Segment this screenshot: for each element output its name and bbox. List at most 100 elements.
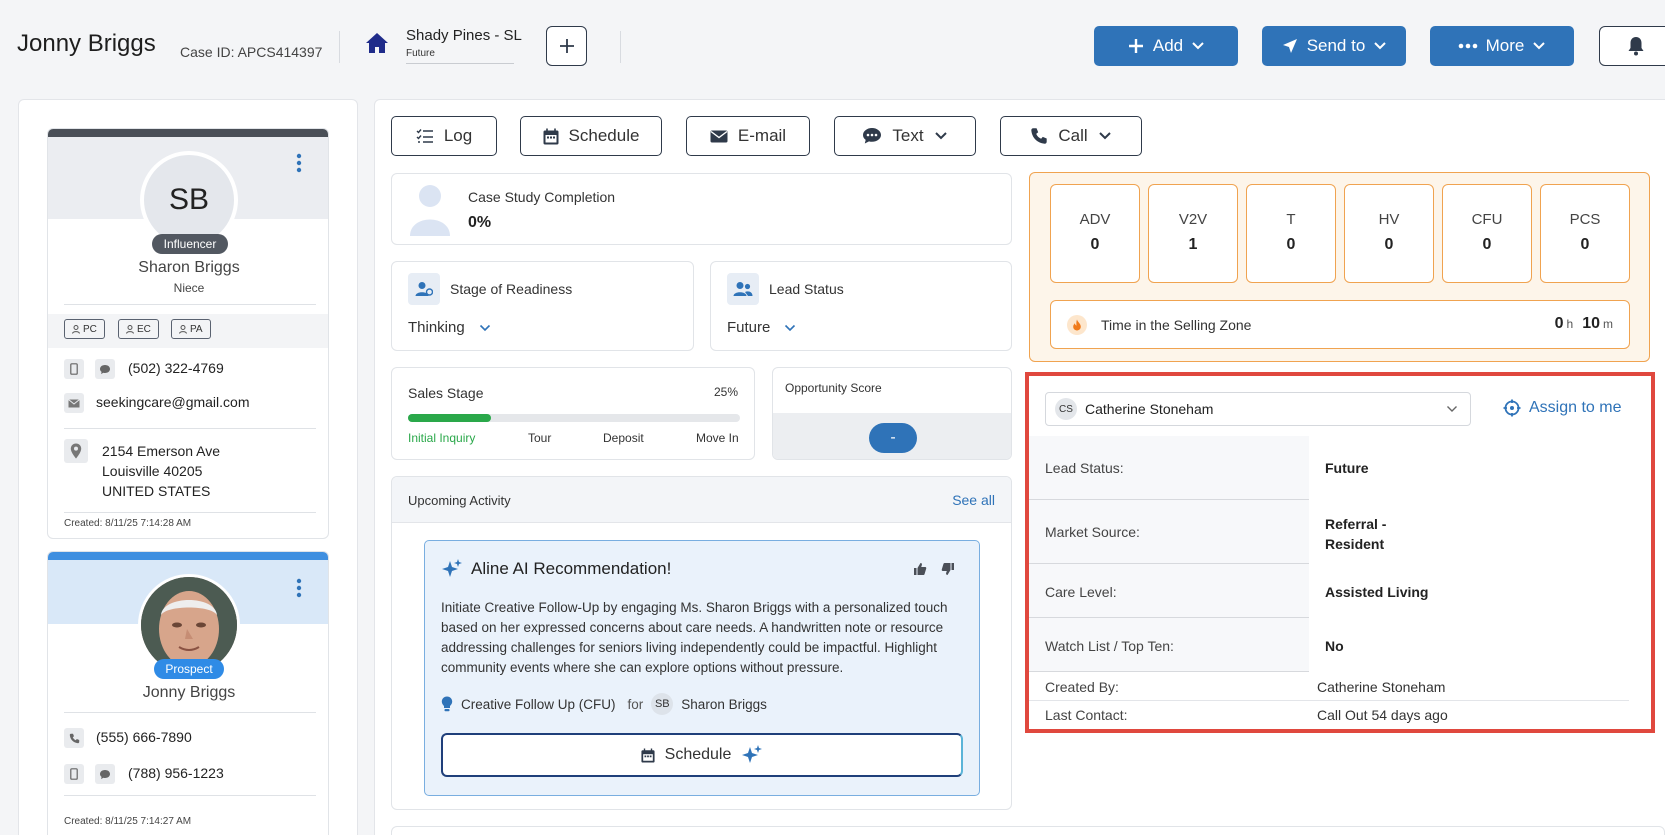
avatar: SB <box>651 693 674 715</box>
log-button[interactable]: Log <box>391 116 497 156</box>
call-button[interactable]: Call <box>1000 116 1142 156</box>
detail-row-market-source: Market Source: Referral - Resident <box>1029 500 1629 564</box>
assignee-dropdown[interactable]: CS Catherine Stoneham <box>1045 392 1471 426</box>
chevron-down-icon <box>934 132 947 140</box>
lead-status-card: Lead Status Future <box>710 261 1012 351</box>
phone-icon <box>1031 128 1048 144</box>
contact-card-influencer: SB Influencer Sharon Briggs Niece PC EC … <box>47 128 329 539</box>
contact-name: Sharon Briggs <box>138 259 240 276</box>
case-id: Case ID: APCS414397 <box>180 44 323 60</box>
text-button[interactable]: Text <box>834 116 976 156</box>
contact-name: Jonny Briggs <box>142 684 236 701</box>
sms-icon[interactable] <box>95 359 115 379</box>
detail-row-created-by: Created By: Catherine Stoneham <box>1029 672 1629 701</box>
contact-phone-2[interactable]: (788) 956-1223 <box>128 765 224 781</box>
bell-icon <box>1628 37 1644 56</box>
assign-to-me-button[interactable]: Assign to me <box>1503 399 1621 417</box>
lead-details-panel: CS Catherine Stoneham Assign to me Lead … <box>1025 372 1655 733</box>
add-button-label: Add <box>1152 36 1184 55</box>
kebab-menu-icon[interactable] <box>296 153 302 173</box>
more-button[interactable]: More <box>1430 26 1574 66</box>
email-button[interactable]: E-mail <box>686 116 810 156</box>
email-icon[interactable] <box>64 393 84 413</box>
plus-icon <box>1128 39 1143 53</box>
chevron-down-icon <box>1192 42 1204 50</box>
opportunity-score-value[interactable]: - <box>869 423 917 453</box>
location-pin-icon <box>64 439 88 463</box>
avatar: CS <box>1055 398 1077 420</box>
add-location-button[interactable] <box>546 26 587 66</box>
metric-t[interactable]: T 0 <box>1246 184 1336 283</box>
location-title[interactable]: Shady Pines - SL <box>406 27 522 44</box>
sms-icon[interactable] <box>95 764 115 784</box>
assignee-name: Catherine Stoneham <box>1085 401 1214 417</box>
thumbs-up-icon[interactable] <box>913 562 927 576</box>
ai-for-name: Sharon Briggs <box>681 696 767 712</box>
case-study-label: Case Study Completion <box>468 189 616 205</box>
mobile-icon[interactable] <box>64 359 84 379</box>
role-badge: Influencer <box>152 234 228 254</box>
opportunity-score-card: Opportunity Score - <box>772 367 1012 460</box>
schedule-button[interactable]: Schedule <box>520 116 662 156</box>
person-icon <box>72 324 80 334</box>
divider <box>339 31 340 63</box>
ai-schedule-button[interactable]: Schedule <box>441 733 963 777</box>
metric-cfu[interactable]: CFU 0 <box>1442 184 1532 283</box>
metric-pcs[interactable]: PCS 0 <box>1540 184 1630 283</box>
phone-icon[interactable] <box>64 728 84 748</box>
sales-stage-card: Sales Stage 25% Initial Inquiry Tour Dep… <box>391 367 755 460</box>
upcoming-activity-title: Upcoming Activity <box>408 493 511 508</box>
sales-stage-progress <box>408 414 740 422</box>
stage-of-readiness-card: Stage of Readiness Thinking <box>391 261 694 351</box>
send-to-button[interactable]: Send to <box>1262 26 1406 66</box>
next-card-edge <box>391 826 1665 835</box>
detail-row-care-level: Care Level: Assisted Living <box>1029 564 1629 618</box>
envelope-icon <box>710 130 728 142</box>
metric-hv[interactable]: HV 0 <box>1344 184 1434 283</box>
sales-stage-label: Sales Stage <box>408 385 484 401</box>
chip-ec[interactable]: EC <box>118 319 159 339</box>
contact-phone[interactable]: (502) 322-4769 <box>128 360 224 376</box>
add-button[interactable]: Add <box>1094 26 1238 66</box>
opportunity-score-label: Opportunity Score <box>785 381 882 395</box>
calendar-icon <box>641 748 655 762</box>
ellipsis-icon <box>1458 43 1477 49</box>
chevron-down-icon <box>1533 42 1546 50</box>
lead-status-dropdown[interactable]: Future <box>727 319 796 336</box>
contact-email[interactable]: seekingcare@gmail.com <box>96 394 250 410</box>
selling-zone-time: 0 h 10 m <box>1554 315 1613 332</box>
crosshair-icon <box>1503 399 1521 417</box>
chevron-down-icon <box>1098 132 1111 140</box>
step-tour[interactable]: Tour <box>528 431 551 445</box>
divider <box>620 31 621 63</box>
step-initial-inquiry[interactable]: Initial Inquiry <box>408 431 475 445</box>
detail-row-watch-list: Watch List / Top Ten: No <box>1029 618 1629 672</box>
list-check-icon <box>416 129 433 143</box>
mobile-icon[interactable] <box>64 764 84 784</box>
ai-activity-line: Creative Follow Up (CFU) for SB Sharon B… <box>441 693 767 715</box>
chip-pc[interactable]: PC <box>64 319 105 339</box>
stage-of-readiness-dropdown[interactable]: Thinking <box>408 319 491 336</box>
sales-stage-percent: 25% <box>713 385 738 399</box>
ai-title: Aline AI Recommendation! <box>471 559 672 578</box>
thumbs-down-icon[interactable] <box>941 562 955 576</box>
location-status: Future <box>406 48 514 64</box>
patient-name: Jonny Briggs <box>17 30 156 57</box>
metric-adv[interactable]: ADV 0 <box>1050 184 1140 283</box>
case-study-card[interactable]: Case Study Completion 0% <box>391 173 1012 245</box>
ai-body: Initiate Creative Follow-Up by engaging … <box>441 600 948 675</box>
created-timestamp: Created: 8/11/25 7:14:27 AM <box>64 816 192 827</box>
step-move-in[interactable]: Move In <box>696 431 739 445</box>
selling-zone-bar: Time in the Selling Zone 0 h 10 m <box>1050 300 1630 349</box>
flame-icon <box>1067 315 1087 335</box>
chip-pa[interactable]: PA <box>171 319 211 339</box>
ai-activity-type: Creative Follow Up (CFU) <box>461 696 616 712</box>
see-all-link[interactable]: See all <box>952 492 995 508</box>
chevron-down-icon <box>1374 42 1387 50</box>
step-deposit[interactable]: Deposit <box>603 431 644 445</box>
metric-v2v[interactable]: V2V 1 <box>1148 184 1238 283</box>
contact-phone-1[interactable]: (555) 666-7890 <box>96 729 192 745</box>
stage-of-readiness-label: Stage of Readiness <box>450 281 573 297</box>
kebab-menu-icon[interactable] <box>296 578 302 598</box>
notifications-button[interactable] <box>1599 26 1665 66</box>
